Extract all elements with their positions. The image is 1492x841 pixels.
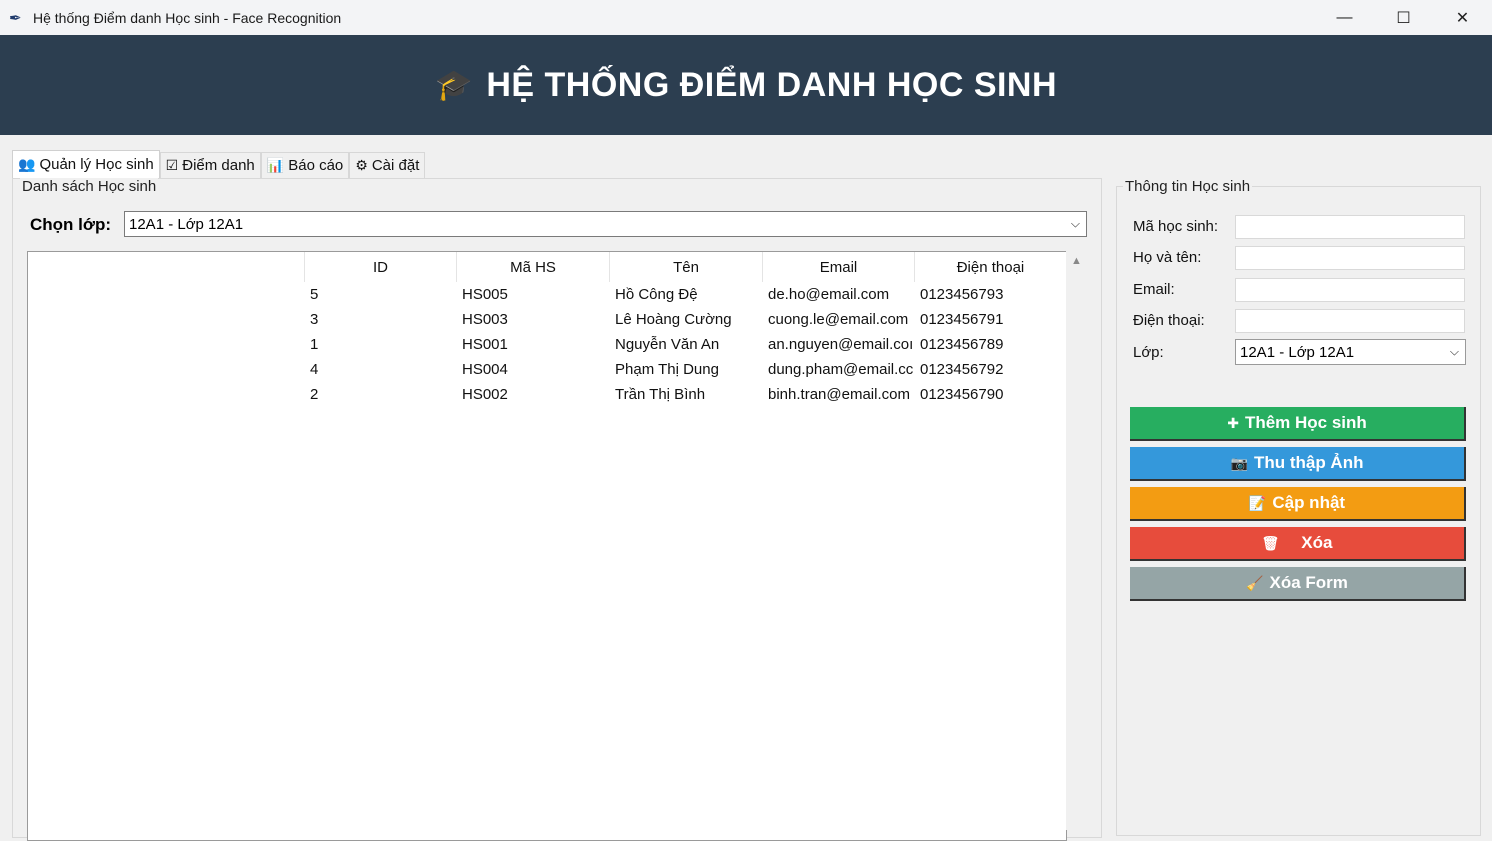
- student-list-legend: Danh sách Học sinh: [20, 178, 159, 195]
- student-code-label: Mã học sinh:: [1133, 218, 1219, 235]
- add-student-button[interactable]: ✚ Thêm Học sinh: [1130, 407, 1466, 441]
- cell-phone: 0123456791: [920, 311, 1004, 328]
- maximize-button[interactable]: ☐: [1374, 0, 1433, 35]
- column-header-phone[interactable]: Điện thoại: [914, 252, 1066, 282]
- camera-icon: 📷: [1230, 454, 1248, 471]
- table-scrollbar[interactable]: [1066, 250, 1084, 830]
- update-button[interactable]: 📝 Cập nhật: [1130, 487, 1466, 521]
- collect-photos-button[interactable]: 📷 Thu thập Ảnh: [1130, 447, 1466, 481]
- chevron-down-icon: ⌵: [1070, 216, 1080, 231]
- class-dropdown-value: 12A1 - Lớp 12A1: [1240, 343, 1355, 361]
- delete-label: Xóa: [1301, 533, 1333, 552]
- student-code-input[interactable]: [1235, 215, 1465, 239]
- window-controls: — ☐ ✕: [1315, 0, 1492, 35]
- cell-email: cuong.le@email.com: [768, 311, 909, 328]
- tab-student-management[interactable]: 👥 Quản lý Học sinh: [12, 150, 160, 178]
- plus-icon: ✚: [1227, 414, 1239, 431]
- cell-email: binh.tran@email.com: [768, 386, 910, 403]
- cell-email: dung.pham@email.cc: [768, 361, 914, 378]
- table-row[interactable]: 4 HS004 Phạm Thị Dung dung.pham@email.cc…: [304, 357, 1066, 382]
- class-select-dropdown[interactable]: 12A1 - Lớp 12A1 ⌵: [124, 211, 1087, 237]
- cell-name: Nguyễn Văn An: [615, 336, 720, 353]
- tab-settings[interactable]: ⚙ Cài đặt: [349, 152, 426, 178]
- cell-phone: 0123456793: [920, 286, 1004, 303]
- tab-attendance[interactable]: ☑ Điểm danh: [159, 152, 261, 178]
- tab-reports[interactable]: 📊 Báo cáo: [260, 152, 350, 178]
- cell-name: Phạm Thị Dung: [615, 361, 719, 378]
- broom-icon: 🧹: [1246, 574, 1264, 591]
- student-info-legend: Thông tin Học sinh: [1123, 178, 1253, 195]
- cell-id: 4: [310, 361, 319, 378]
- cell-student-code: HS002: [462, 386, 508, 403]
- table-header: ID Mã HS Tên Email Điện thoại: [304, 252, 1066, 282]
- column-header-email[interactable]: Email: [762, 252, 914, 282]
- delete-button[interactable]: 🗑 Xóa: [1130, 527, 1466, 561]
- trash-icon: 🗑: [1261, 534, 1280, 551]
- cell-id: 5: [310, 286, 319, 303]
- clear-form-label: Xóa Form: [1269, 573, 1348, 592]
- cell-name: Trần Thị Bình: [615, 386, 706, 403]
- scroll-up-arrow-icon[interactable]: ▲: [1071, 255, 1082, 267]
- cell-phone: 0123456792: [920, 361, 1004, 378]
- table-row[interactable]: 2 HS002 Trần Thị Bình binh.tran@email.co…: [304, 382, 1066, 407]
- full-name-label: Họ và tên:: [1133, 249, 1202, 266]
- table-row[interactable]: 3 HS003 Lê Hoàng Cường cuong.le@email.co…: [304, 307, 1066, 332]
- cell-student-code: HS003: [462, 311, 508, 328]
- chevron-down-icon: ⌵: [1449, 344, 1459, 359]
- table-row[interactable]: 5 HS005 Hồ Công Đệ de.ho@email.com 01234…: [304, 282, 1066, 307]
- cell-id: 1: [310, 336, 319, 353]
- column-header-id[interactable]: ID: [304, 252, 456, 282]
- cell-student-code: HS005: [462, 286, 508, 303]
- phone-label: Điện thoại:: [1133, 312, 1205, 329]
- graduation-cap-icon: 🎓: [434, 68, 473, 102]
- cell-student-code: HS004: [462, 361, 508, 378]
- update-label: Cập nhật: [1272, 493, 1346, 512]
- cell-name: Lê Hoàng Cường: [615, 311, 732, 328]
- cell-id: 2: [310, 386, 319, 403]
- cell-email: de.ho@email.com: [768, 286, 890, 303]
- column-header-student-code[interactable]: Mã HS: [456, 252, 609, 282]
- column-header-name[interactable]: Tên: [609, 252, 762, 282]
- gear-icon: ⚙: [355, 157, 368, 173]
- cell-name: Hồ Công Đệ: [615, 286, 698, 303]
- cell-id: 3: [310, 311, 319, 328]
- edit-icon: 📝: [1248, 494, 1267, 511]
- minimize-button[interactable]: —: [1315, 0, 1374, 35]
- close-button[interactable]: ✕: [1433, 0, 1492, 35]
- class-select-value: 12A1 - Lớp 12A1: [129, 215, 244, 233]
- email-label: Email:: [1133, 281, 1175, 298]
- checkbox-icon: ☑: [165, 157, 179, 173]
- tab-label: Báo cáo: [288, 157, 344, 174]
- window-titlebar: ✒ Hệ thống Điểm danh Học sinh - Face Rec…: [0, 0, 1492, 35]
- clear-form-button[interactable]: 🧹 Xóa Form: [1130, 567, 1466, 601]
- tab-label: Cài đặt: [371, 157, 420, 174]
- collect-photos-label: Thu thập Ảnh: [1253, 453, 1364, 472]
- cell-phone: 0123456789: [920, 336, 1004, 353]
- bar-chart-icon: 📊: [266, 157, 285, 173]
- cell-email: an.nguyen@email.coı: [768, 336, 914, 353]
- email-input[interactable]: [1235, 278, 1465, 302]
- add-student-label: Thêm Học sinh: [1244, 413, 1367, 432]
- student-info-group: Thông tin Học sinh Mã học sinh: Họ và tê…: [1116, 178, 1481, 836]
- phone-input[interactable]: [1235, 309, 1465, 333]
- header-banner: 🎓 HỆ THỐNG ĐIỂM DANH HỌC SINH: [0, 35, 1492, 135]
- window-title: Hệ thống Điểm danh Học sinh - Face Recog…: [33, 9, 342, 26]
- full-name-input[interactable]: [1235, 246, 1465, 270]
- table-row[interactable]: 1 HS001 Nguyễn Văn An an.nguyen@email.co…: [304, 332, 1066, 357]
- class-select-label: Chọn lớp:: [30, 215, 112, 234]
- student-table[interactable]: ID Mã HS Tên Email Điện thoại 5 HS005 Hồ…: [27, 251, 1067, 841]
- tab-label: Điểm danh: [182, 157, 255, 174]
- feather-icon: ✒: [9, 9, 22, 27]
- tab-bar: 👥 Quản lý Học sinh ☑ Điểm danh 📊 Báo cáo…: [12, 150, 426, 178]
- people-icon: 👥: [18, 156, 36, 172]
- student-list-group: Danh sách Học sinh Chọn lớp: 12A1 - Lớp …: [12, 178, 1102, 841]
- tab-label: Quản lý Học sinh: [39, 156, 154, 173]
- cell-phone: 0123456790: [920, 386, 1004, 403]
- app-heading: HỆ THỐNG ĐIỂM DANH HỌC SINH: [486, 65, 1058, 104]
- class-dropdown[interactable]: 12A1 - Lớp 12A1 ⌵: [1235, 339, 1466, 365]
- cell-student-code: HS001: [462, 336, 508, 353]
- class-label: Lớp:: [1133, 344, 1164, 361]
